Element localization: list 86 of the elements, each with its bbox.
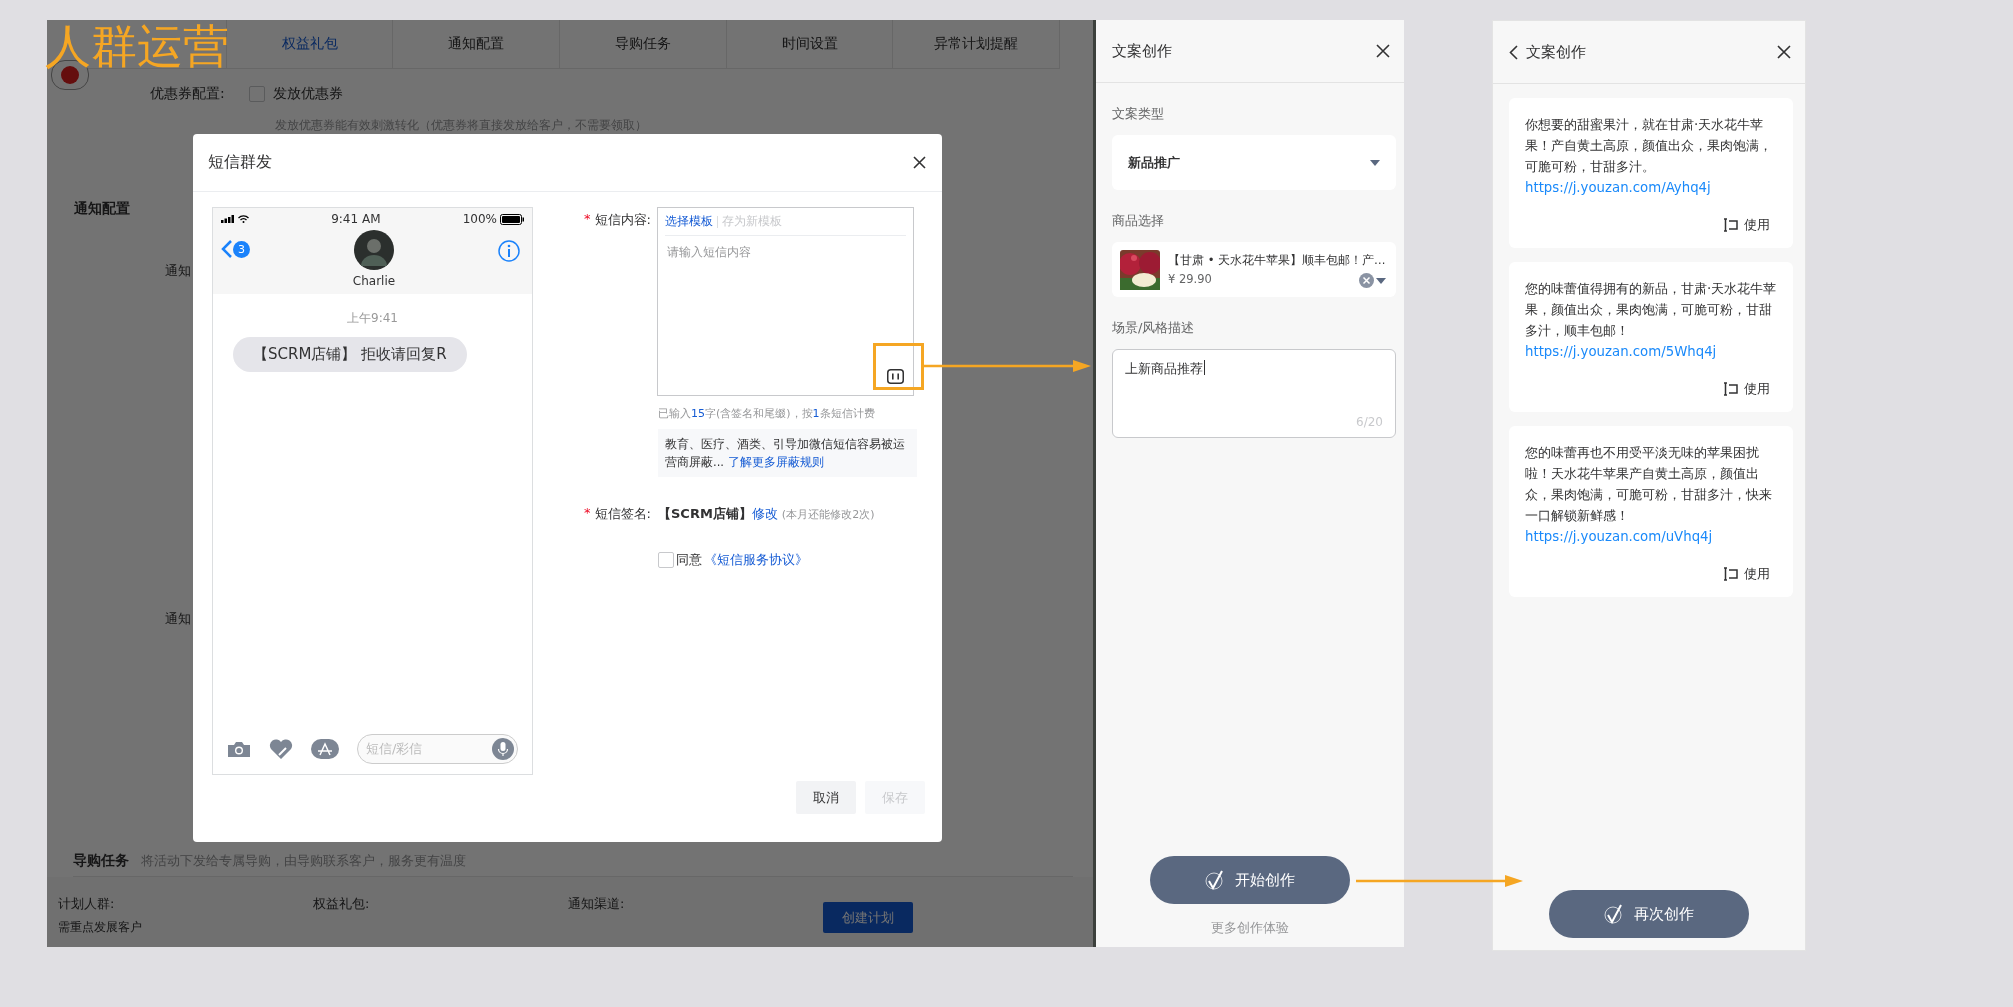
more-link[interactable]: 更多创作体验 — [1211, 920, 1289, 937]
field-value: 需重点发展客户 — [58, 919, 143, 936]
message-bubble: 【SCRM店铺】 拒收请回复R — [233, 337, 467, 372]
recreate-button[interactable]: 再次创作 — [1549, 890, 1749, 938]
result-text: 你想要的甜蜜果汁，就在甘肃·天水花牛苹果！产自黄土高原，颜值出众，果肉饱满，可脆可粉，甘甜多汁。 — [1525, 116, 1773, 176]
counter-text: 已输入15字(含签名和尾缀)，按1条短信计费 — [658, 406, 876, 421]
result-text: 您的味蕾值得拥有的新品，甘肃·天水花牛苹果，颜值出众，果肉饱满，可脆可粉，甘甜多汁，顺丰包邮！ — [1525, 280, 1778, 340]
heart-icon[interactable] — [269, 738, 293, 760]
section-title: 通知配置 — [74, 200, 130, 218]
info-icon[interactable] — [498, 240, 520, 262]
insert-icon — [1722, 382, 1738, 396]
dialog-title: 短信群发 — [208, 152, 272, 173]
note-text: (本月还能修改2次) — [781, 506, 875, 522]
select-value: 新品推广 — [1128, 153, 1180, 172]
avatar — [354, 230, 394, 270]
field-label: 通知 — [165, 262, 191, 280]
caret-icon — [1370, 159, 1380, 166]
field-label: 短信内容: — [594, 211, 651, 229]
result-link[interactable]: https://j.youzan.com/uVhq4j — [1525, 526, 1778, 547]
microphone-icon[interactable] — [492, 738, 514, 760]
rules-link[interactable]: 了解更多屏蔽规则 — [727, 455, 824, 469]
highlight-frame — [873, 343, 924, 390]
tab[interactable]: 异常计划提醒 — [893, 20, 1061, 68]
use-button[interactable]: 使用 — [1722, 565, 1778, 583]
product-select[interactable]: 【甘肃 • 天水花牛苹果】顺丰包邮！产… ¥ 29.90 — [1112, 242, 1396, 297]
battery-icon — [500, 213, 524, 225]
battery-percent: 100% — [462, 212, 497, 226]
checkbox-label: 发放优惠券 — [273, 85, 343, 103]
face-icon[interactable] — [887, 369, 904, 384]
placeholder-text: 短信/彩信 — [366, 740, 423, 758]
status-time: 9:41 AM — [331, 212, 381, 226]
tab[interactable]: 通知配置 — [393, 20, 560, 68]
field-label: 优惠券配置: — [150, 85, 226, 103]
template-link[interactable]: 选择模板 — [665, 213, 714, 230]
edit-link[interactable]: 修改 — [751, 505, 778, 523]
field-label: 短信签名: — [594, 505, 651, 523]
create-plan-button[interactable]: 创建计划 — [823, 902, 913, 933]
field-label: 通知渠道: — [568, 895, 626, 913]
field-label: 商品选择 — [1112, 212, 1165, 230]
close-icon[interactable] — [1376, 44, 1390, 58]
agreement-link[interactable]: 《短信服务协议》 — [704, 551, 808, 569]
result-text: 您的味蕾再也不用受平淡无味的苹果困扰啦！天水花牛苹果产自黄土高原，颜值出众，果肉饱满，可脆可粉，甘甜多汁，快来一口解锁新鲜感！ — [1525, 444, 1773, 525]
notice-text: 教育、医疗、酒类、引导加微信短信容易被运营商屏蔽... 了解更多屏蔽规则 — [658, 429, 917, 477]
panel-title: 文案创作 — [1112, 41, 1172, 61]
checkbox[interactable] — [658, 552, 674, 568]
product-name: 【甘肃 • 天水花牛苹果】顺丰包邮！产… — [1168, 253, 1386, 268]
insert-icon — [1722, 218, 1738, 232]
signature-value: 【SCRM店铺】 — [658, 505, 752, 523]
tab[interactable]: 导购任务 — [560, 20, 727, 68]
tab[interactable]: 权益礼包 — [226, 20, 394, 68]
field-label: 场景/风格描述 — [1112, 319, 1196, 337]
close-icon[interactable] — [1777, 45, 1791, 59]
type-select[interactable]: 新品推广 — [1112, 135, 1396, 190]
cancel-button[interactable]: 取消 — [796, 781, 856, 814]
tab[interactable]: 时间设置 — [726, 20, 894, 68]
field-label: 文案类型 — [1112, 105, 1165, 123]
check-icon — [1205, 870, 1225, 890]
input-value: 上新商品推荐 — [1125, 360, 1203, 378]
use-button[interactable]: 使用 — [1722, 380, 1778, 398]
checkbox-label: 同意 — [676, 551, 702, 569]
close-icon[interactable] — [913, 156, 926, 169]
camera-icon[interactable] — [227, 740, 251, 758]
field-label: 通知 — [165, 610, 191, 628]
result-link[interactable]: https://j.youzan.com/Ayhq4j — [1525, 177, 1778, 198]
app-store-icon[interactable] — [311, 739, 339, 759]
signal-icon — [221, 215, 235, 223]
clear-icon[interactable] — [1359, 273, 1374, 288]
use-button[interactable]: 使用 — [1722, 216, 1778, 234]
field-label: 计划人群: — [58, 895, 116, 913]
panel-title: 文案创作 — [1526, 42, 1586, 62]
required-mark: * — [584, 505, 591, 522]
product-price: ¥ 29.90 — [1168, 272, 1212, 286]
caret-icon — [1376, 277, 1386, 284]
unread-badge: 3 — [233, 240, 250, 258]
message-time: 上午9:41 — [346, 310, 399, 327]
insert-icon — [1722, 567, 1738, 581]
checkbox[interactable] — [249, 86, 265, 102]
start-button[interactable]: 开始创作 — [1150, 856, 1350, 904]
contact-name: Charlie — [352, 274, 396, 288]
result-link[interactable]: https://j.youzan.com/5Whq4j — [1525, 341, 1778, 362]
section-title: 导购任务 — [73, 852, 129, 870]
required-mark: * — [584, 211, 591, 228]
wifi-icon — [238, 215, 249, 223]
back-icon[interactable] — [1509, 44, 1518, 60]
check-icon — [1604, 904, 1624, 924]
field-label: 权益礼包: — [313, 895, 371, 913]
